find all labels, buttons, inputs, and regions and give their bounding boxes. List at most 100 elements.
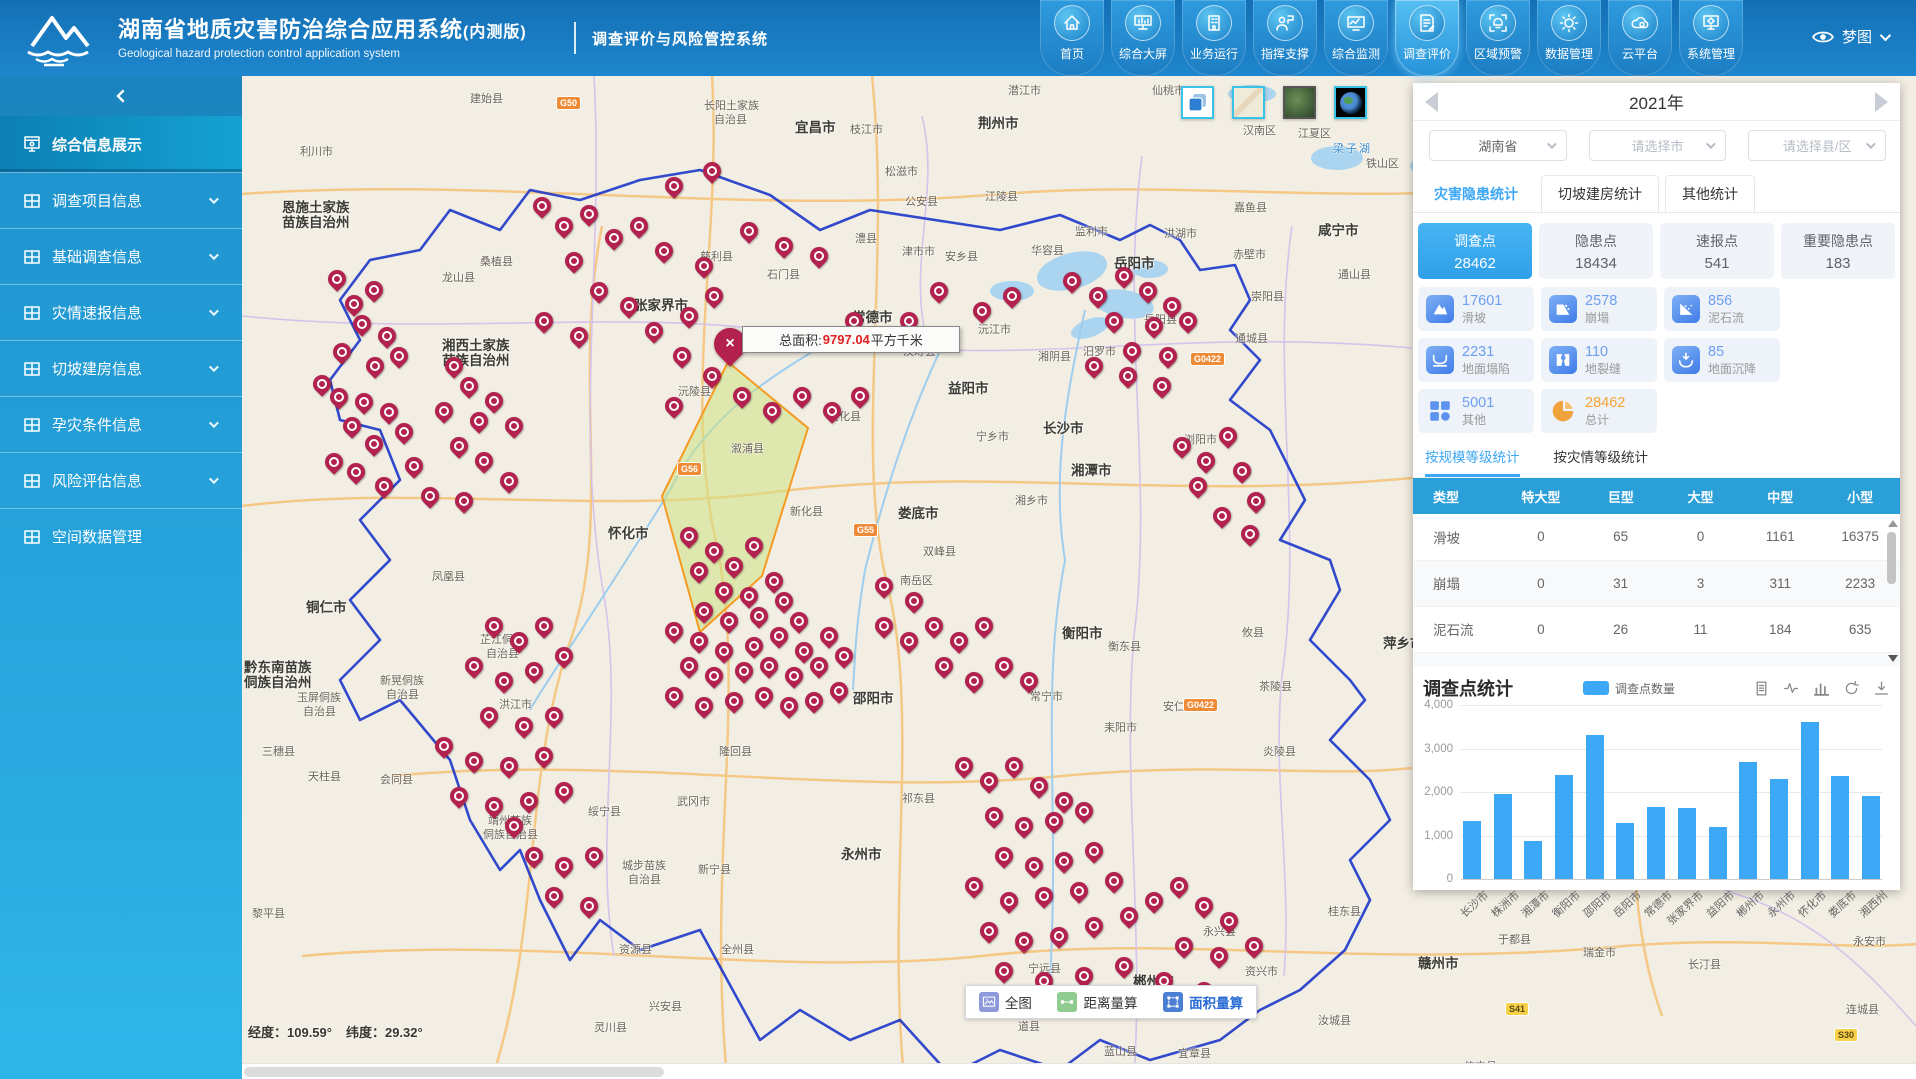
region-select-1[interactable]: 湖南省: [1429, 130, 1567, 161]
y-axis-label: 1,000: [1413, 830, 1453, 842]
refresh-icon[interactable]: [1843, 680, 1860, 697]
map-tool-area[interactable]: 面积量算: [1163, 992, 1243, 1012]
nav-item-cloud[interactable]: 云平台: [1608, 0, 1672, 76]
sidebar-item-4[interactable]: 灾情速报信息: [0, 284, 242, 340]
tile-value: 2231: [1462, 343, 1510, 361]
nav-item-alert[interactable]: 区域预警: [1466, 0, 1530, 76]
sidebar-menu: 综合信息展示调查项目信息基础调查信息灾情速报信息切坡建房信息孕灾条件信息风险评估…: [0, 116, 242, 564]
file-icon[interactable]: [1753, 680, 1770, 697]
sidebar: 综合信息展示调查项目信息基础调查信息灾情速报信息切坡建房信息孕灾条件信息风险评估…: [0, 76, 242, 1079]
chevron-down-icon: [209, 418, 219, 428]
road-badge: G55: [853, 523, 878, 537]
table-cell: 地面塌陷: [1413, 652, 1501, 667]
tab-2[interactable]: 切坡建房统计: [1541, 175, 1659, 212]
stat-card[interactable]: 重要隐患点183: [1781, 223, 1895, 279]
survey-bar-chart: 4,0003,0002,0001,0000长沙市株洲市湘潭市衡阳市邵阳市岳阳市常…: [1413, 705, 1900, 920]
stat-card[interactable]: 速报点541: [1660, 223, 1774, 279]
region-select-3[interactable]: 请选择县/区: [1748, 130, 1886, 161]
select-value: 湖南省: [1478, 136, 1517, 155]
stat-card[interactable]: 隐患点18434: [1539, 223, 1653, 279]
chevron-down-icon: [1880, 29, 1891, 40]
table-scrollbar[interactable]: [1886, 520, 1898, 662]
subtab-2[interactable]: 按灾情等级统计: [1554, 446, 1649, 477]
table-scrollbar-thumb[interactable]: [1887, 532, 1896, 584]
tab-1[interactable]: 灾害隐患统计: [1417, 175, 1535, 212]
sidebar-collapse-button[interactable]: [0, 76, 242, 116]
chart-bars: [1463, 705, 1880, 879]
app-header: 湖南省地质灾害防治综合应用系统(内测版) Geological hazard p…: [0, 0, 1916, 76]
bars-icon[interactable]: [1813, 680, 1830, 697]
scroll-up-icon[interactable]: [1888, 520, 1898, 527]
top-nav: 首页综合大屏 业务运行指挥支撑综合监测调查评价区域预警数据管理云平台系统管理: [1040, 0, 1743, 76]
layer-button-layers[interactable]: [1181, 86, 1214, 119]
chart-header: 调查点统计 调查点数量: [1413, 667, 1900, 701]
gear-icon: [1551, 5, 1587, 41]
tile-text: 17601滑坡: [1462, 292, 1502, 325]
tile-value: 856: [1708, 292, 1744, 310]
nav-item-system[interactable]: 系统管理: [1679, 0, 1743, 76]
legend-label: 调查点数量: [1615, 680, 1675, 697]
hazard-tile: 17601滑坡: [1418, 287, 1534, 331]
user-menu[interactable]: 梦图: [1812, 26, 1888, 47]
system-name: 调查评价与风险管控系统: [592, 28, 768, 49]
scroll-down-icon[interactable]: [1888, 655, 1898, 662]
stat-card-value: 18434: [1575, 255, 1617, 272]
stat-card[interactable]: 调查点28462: [1418, 223, 1532, 279]
sidebar-item-3[interactable]: 基础调查信息: [0, 228, 242, 284]
table-header-cell: 巨型: [1581, 478, 1661, 514]
nav-item-label: 区域预警: [1474, 45, 1522, 62]
table-cell: 0: [1661, 514, 1741, 560]
nav-item-bigscreen[interactable]: 综合大屏: [1111, 0, 1175, 76]
layer-button-globe[interactable]: [1334, 86, 1367, 119]
sidebar-item-5[interactable]: 切坡建房信息: [0, 340, 242, 396]
tab-3[interactable]: 其他统计: [1665, 175, 1755, 212]
map-tool-fullmap[interactable]: 全图: [979, 992, 1032, 1012]
nav-item-label: 综合大屏: [1119, 45, 1167, 62]
subtab-1[interactable]: 按规模等级统计: [1425, 446, 1520, 477]
year-selector: 2021年: [1413, 83, 1900, 121]
nav-item-gear[interactable]: 数据管理: [1537, 0, 1601, 76]
nav-item-business[interactable]: 业务运行: [1182, 0, 1246, 76]
hazard-tile: 5001其他: [1418, 389, 1534, 433]
chart-bar: [1770, 779, 1788, 879]
tile-text: 2578崩塌: [1585, 292, 1617, 325]
chart-legend: 调查点数量: [1583, 680, 1675, 697]
tile-text: 5001其他: [1462, 394, 1494, 427]
tile-label: 其他: [1462, 413, 1494, 428]
sidebar-item-2[interactable]: 调查项目信息: [0, 172, 242, 228]
previous-year-button[interactable]: [1425, 92, 1438, 112]
map-tool-label: 全图: [1005, 992, 1032, 1012]
map-tool-label: 距离量算: [1083, 992, 1137, 1012]
sidebar-item-8[interactable]: 空间数据管理: [0, 508, 242, 564]
chart-bar: [1831, 776, 1849, 879]
tile-label: 泥石流: [1708, 311, 1744, 326]
nav-item-command[interactable]: 指挥支撑: [1253, 0, 1317, 76]
table-cell: 11: [1661, 606, 1741, 652]
horizontal-scrollbar[interactable]: [242, 1063, 1916, 1079]
pulse-icon[interactable]: [1783, 680, 1800, 697]
chevron-down-icon: [209, 474, 219, 484]
nav-item-label: 业务运行: [1190, 45, 1238, 62]
layer-button-satellite[interactable]: [1283, 86, 1316, 119]
sidebar-item-7[interactable]: 风险评估信息: [0, 452, 242, 508]
hazard-tile: 2578崩塌: [1541, 287, 1657, 331]
nav-item-monitor[interactable]: 综合监测: [1324, 0, 1388, 76]
nav-item-survey[interactable]: 调查评价: [1395, 0, 1459, 76]
collapse-icon: [1549, 295, 1577, 323]
sidebar-item-6[interactable]: 孕灾条件信息: [0, 396, 242, 452]
map-tool-distance[interactable]: 距离量算: [1057, 992, 1137, 1012]
select-value: 请选择县/区: [1783, 136, 1852, 155]
layer-switcher: [1181, 86, 1367, 119]
scrollbar-thumb[interactable]: [244, 1067, 664, 1077]
sidebar-item-1[interactable]: 综合信息展示: [0, 116, 242, 172]
eye-icon: [1812, 29, 1834, 45]
table-cell: 3: [1661, 560, 1741, 606]
table-cell: 311: [1740, 560, 1820, 606]
next-year-button[interactable]: [1875, 92, 1888, 112]
y-axis-label: 0: [1413, 873, 1453, 885]
table-cell: 泥石流: [1413, 606, 1501, 652]
download-icon[interactable]: [1873, 680, 1890, 697]
nav-item-home[interactable]: 首页: [1040, 0, 1104, 76]
layer-button-street[interactable]: [1232, 86, 1265, 119]
region-select-2[interactable]: 请选择市: [1589, 130, 1727, 161]
